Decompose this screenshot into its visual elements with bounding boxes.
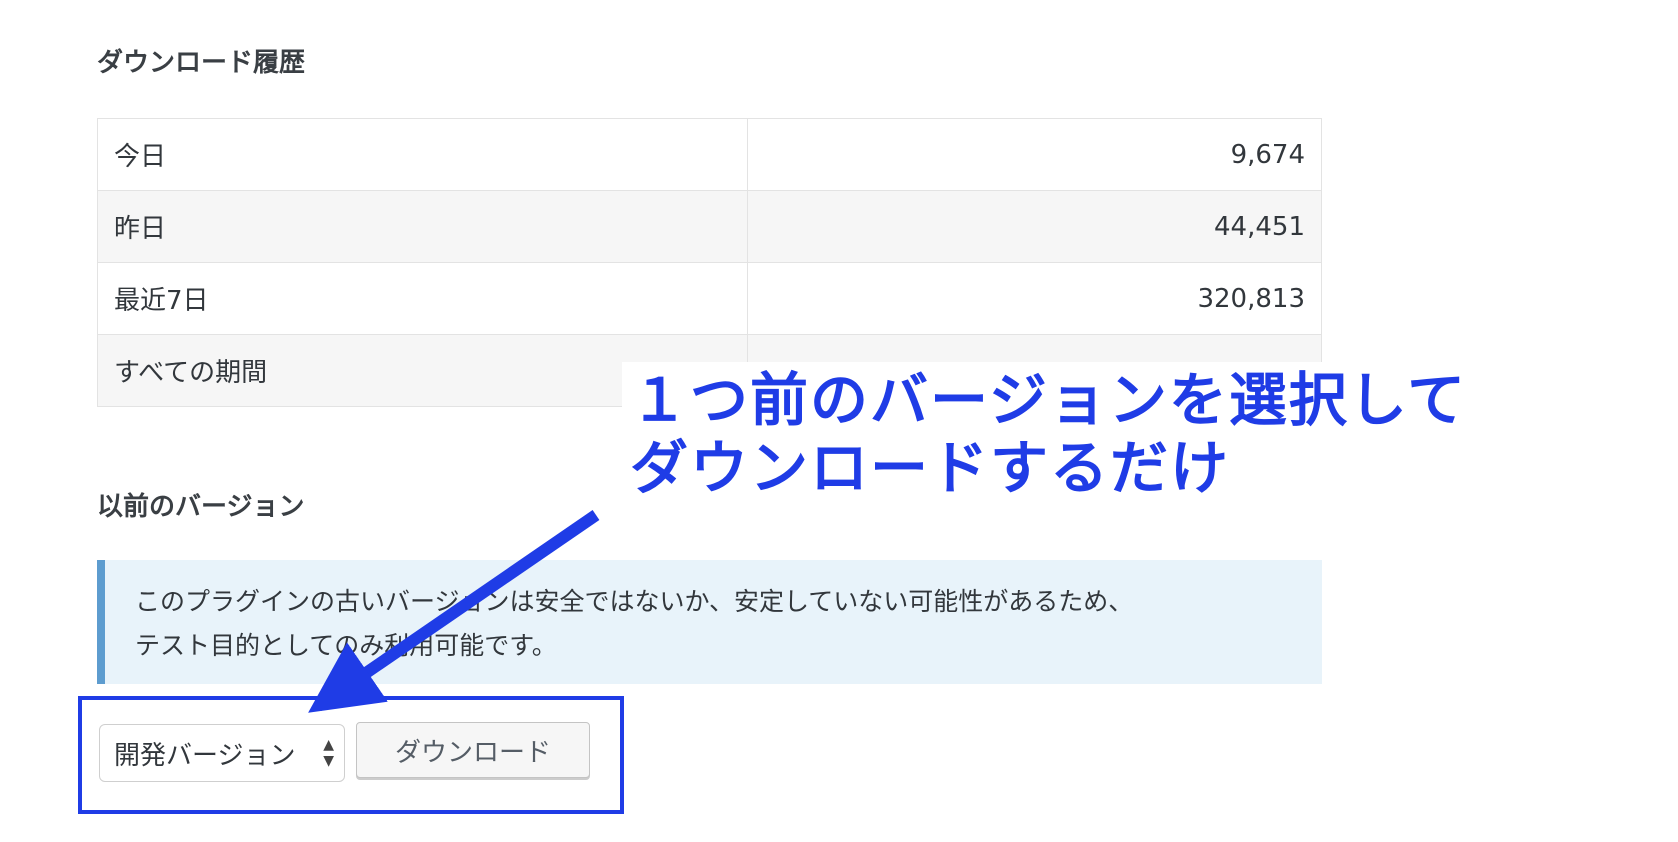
annotation-arrow — [308, 510, 600, 713]
arrow-line — [308, 510, 600, 713]
